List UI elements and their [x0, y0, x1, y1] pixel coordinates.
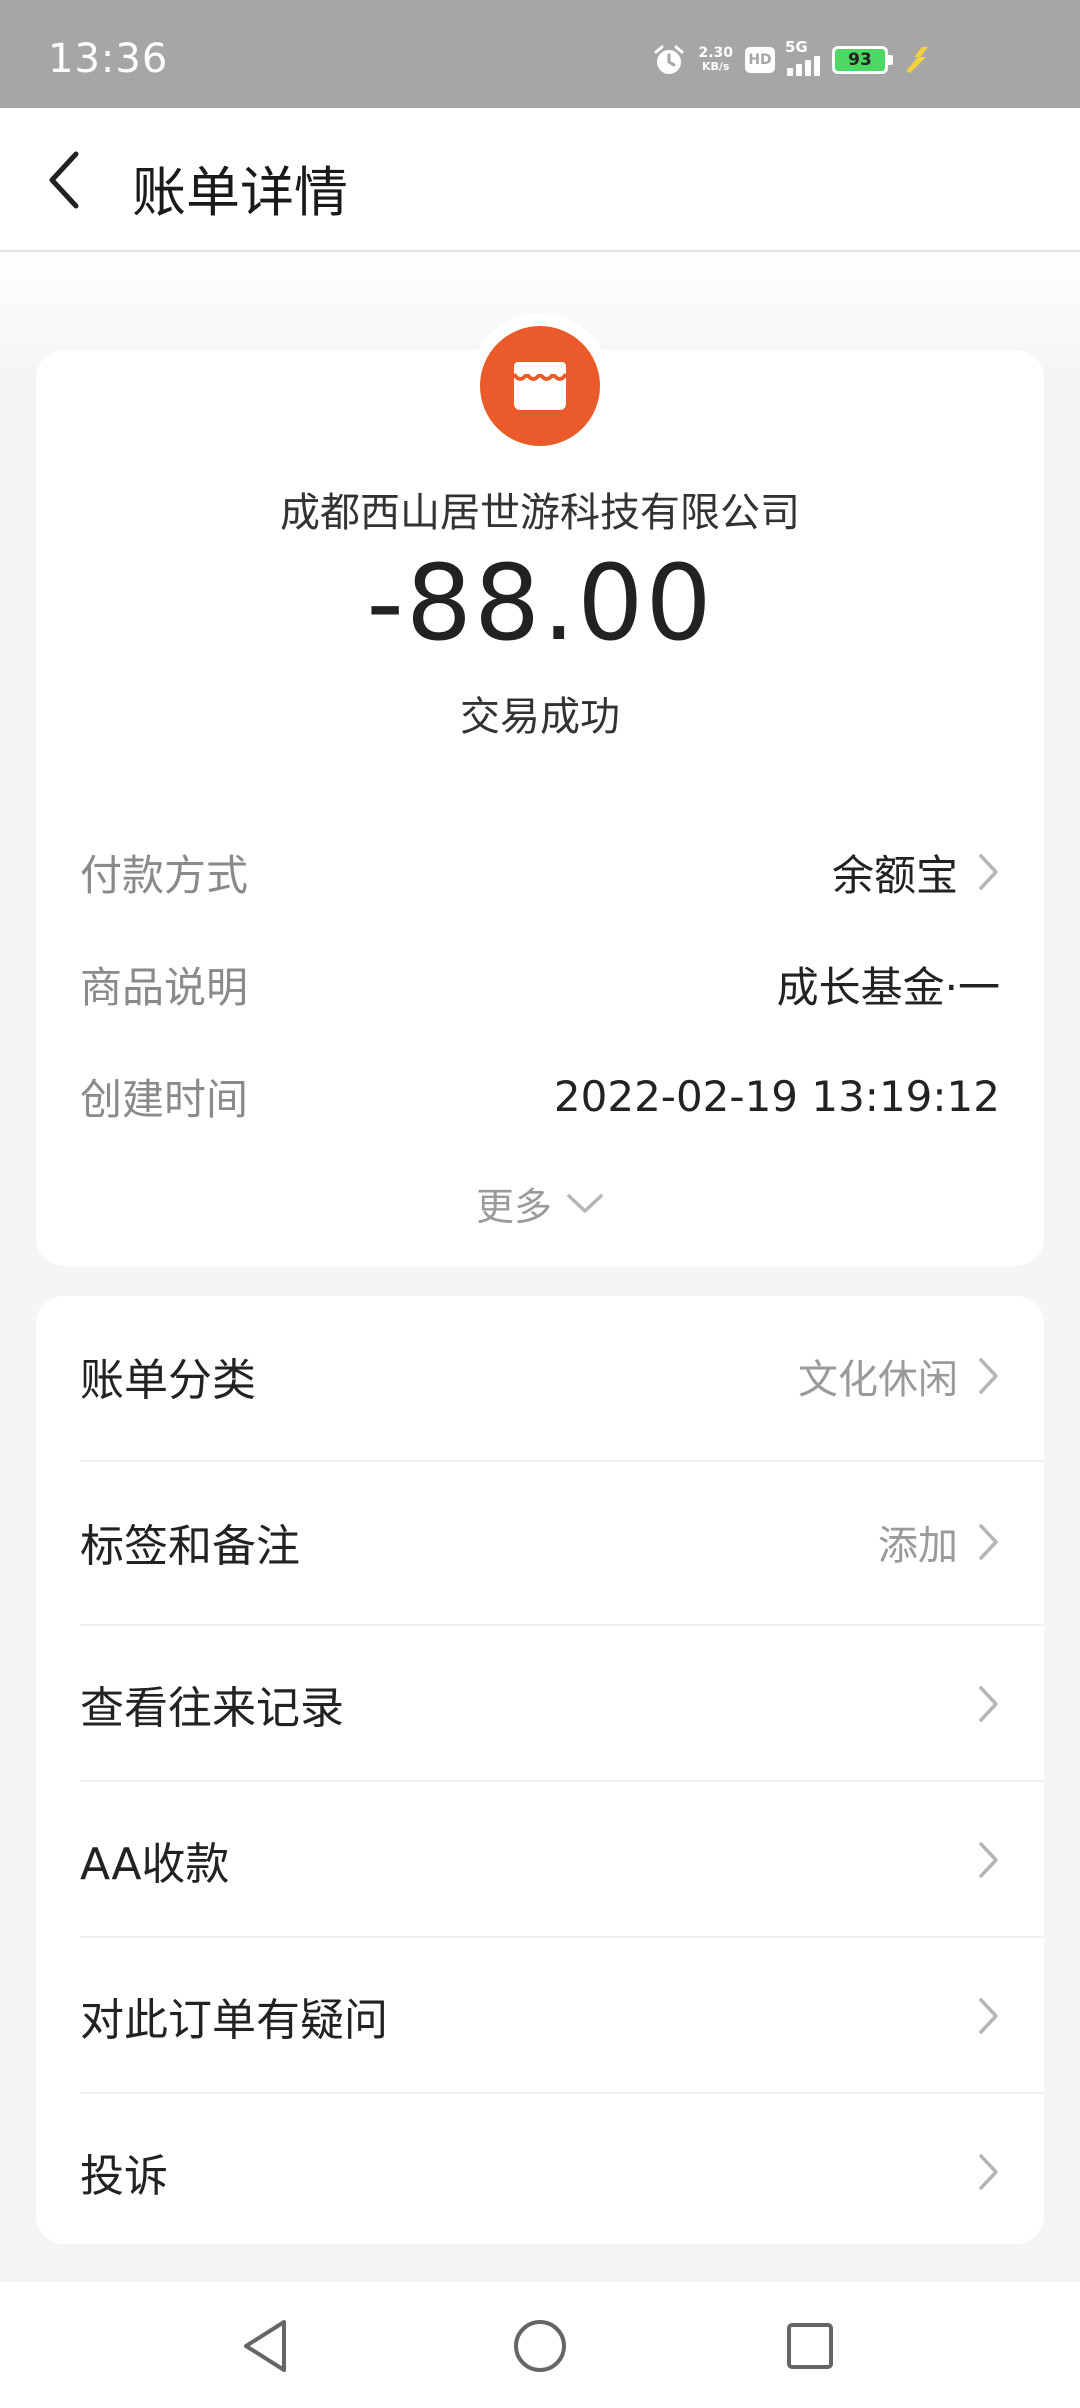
back-button[interactable]: [40, 146, 88, 214]
battery-level: 93: [848, 50, 872, 70]
more-label: 更多: [475, 1185, 552, 1229]
action-row-order-question[interactable]: 对此订单有疑问: [80, 1986, 1000, 2046]
chevron-right-icon: [979, 1524, 998, 1560]
action-value: 文化休闲: [798, 1357, 958, 1403]
page-title: 账单详情: [132, 161, 348, 224]
recents-square-icon: [787, 2323, 833, 2369]
back-triangle-icon: [244, 2320, 286, 2372]
store-icon: [512, 362, 568, 410]
divider: [80, 1460, 1044, 1462]
actions-card: [36, 1296, 1044, 2244]
action-right: [958, 1685, 1000, 1723]
action-row-tags-notes[interactable]: 标签和备注 添加: [80, 1512, 1000, 1572]
hd-icon: HD: [745, 47, 775, 73]
action-label: 查看往来记录: [80, 1683, 344, 1734]
signal-bar: [796, 64, 802, 76]
chevron-right-icon: [979, 1686, 998, 1722]
detail-row-product-description: 商品说明 成长基金·一: [80, 954, 1000, 1014]
nav-back-button[interactable]: [226, 2306, 306, 2386]
action-right: 添加: [878, 1513, 1000, 1571]
battery-icon: 93: [832, 46, 893, 74]
divider: [80, 1624, 1044, 1626]
divider: [80, 1780, 1044, 1782]
chevron-down-icon: [567, 1193, 603, 1213]
system-nav-bar: [0, 2282, 1080, 2408]
transaction-amount: -88.00: [366, 542, 714, 664]
home-circle-icon: [514, 2320, 566, 2372]
charging-icon: [906, 47, 928, 73]
merchant-avatar: [480, 326, 600, 446]
chevron-right-icon: [979, 1358, 998, 1394]
status-bar: 13:36 2.30 KB/s HD 5G 93: [0, 0, 1080, 108]
signal-bar: [787, 68, 793, 76]
status-time: 13:36: [48, 36, 169, 82]
action-row-complaint[interactable]: 投诉: [80, 2142, 1000, 2202]
action-label: 投诉: [80, 2151, 168, 2202]
nav-home-button[interactable]: [500, 2306, 580, 2386]
action-label: AA收款: [80, 1839, 230, 1890]
chevron-left-icon: [49, 151, 79, 209]
network-type: 5G: [785, 38, 808, 56]
status-icons: 2.30 KB/s HD 5G 93: [652, 38, 934, 80]
divider: [80, 2092, 1044, 2094]
created-time-value: 2022-02-19 13:19:12: [553, 1071, 1000, 1121]
signal-icon: 5G: [785, 38, 820, 76]
detail-label: 付款方式: [80, 850, 249, 900]
chevron-right-icon: [979, 1842, 998, 1878]
transaction-status: 交易成功: [460, 694, 620, 740]
action-row-transaction-history[interactable]: 查看往来记录: [80, 1674, 1000, 1734]
nav-recents-button[interactable]: [770, 2306, 850, 2386]
app-header: 账单详情: [0, 108, 1080, 252]
detail-row-payment-method[interactable]: 付款方式 余额宝: [80, 842, 1000, 902]
network-speed-unit: KB/s: [701, 60, 730, 73]
action-right: [958, 2153, 1000, 2191]
detail-value: 余额宝: [832, 842, 1000, 903]
action-row-bill-category[interactable]: 账单分类 文化休闲: [80, 1346, 1000, 1406]
action-right: [958, 1997, 1000, 2035]
chevron-right-icon: [979, 1998, 998, 2034]
chevron-right-icon: [979, 854, 998, 890]
action-value: 添加: [878, 1523, 958, 1569]
signal-bar: [814, 56, 820, 76]
chevron-right-icon: [979, 2154, 998, 2190]
action-label: 标签和备注: [80, 1521, 300, 1572]
payment-method-value: 余额宝: [831, 850, 958, 900]
action-row-aa-collection[interactable]: AA收款: [80, 1830, 1000, 1890]
network-speed-value: 2.30: [698, 45, 733, 61]
action-right: [958, 1841, 1000, 1879]
signal-bar: [805, 60, 811, 76]
detail-row-created-time: 创建时间 2022-02-19 13:19:12: [80, 1066, 1000, 1126]
action-label: 账单分类: [80, 1355, 256, 1406]
divider: [80, 1936, 1044, 1938]
alarm-icon: [654, 45, 684, 74]
product-description-value: 成长基金·一: [776, 962, 1000, 1012]
more-button[interactable]: 更多: [0, 1176, 1080, 1231]
detail-label: 商品说明: [80, 962, 249, 1012]
detail-label: 创建时间: [80, 1074, 249, 1124]
action-label: 对此订单有疑问: [80, 1995, 388, 2046]
merchant-name: 成都西山居世游科技有限公司: [280, 490, 800, 536]
action-right: 文化休闲: [798, 1347, 1000, 1405]
network-speed: 2.30 KB/s: [698, 46, 733, 74]
